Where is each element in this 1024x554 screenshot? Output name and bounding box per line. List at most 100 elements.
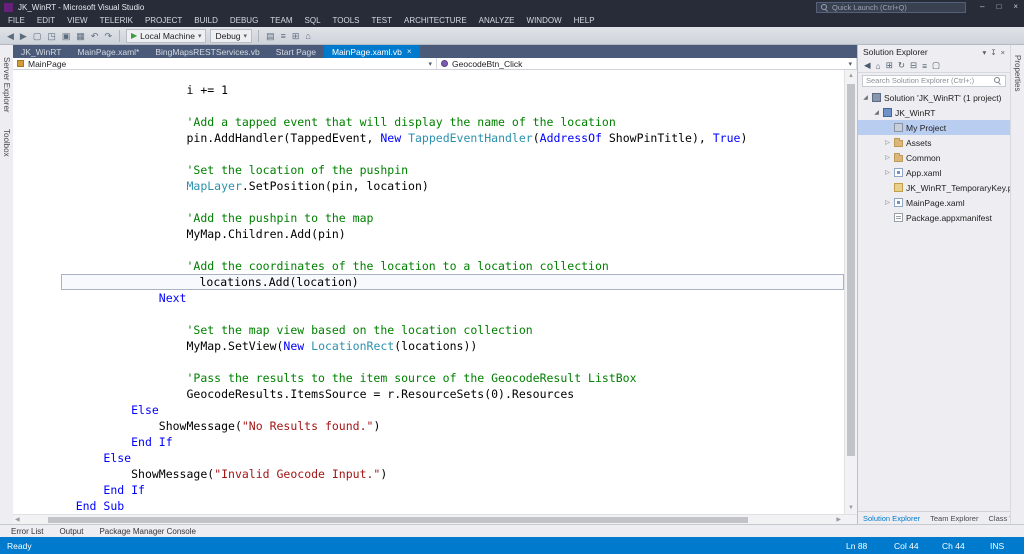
code-line[interactable]: pin.AddHandler(TappedEvent, New TappedEv… [48,130,844,146]
tree-item-jk-winrt[interactable]: ◢ JK_WinRT [858,105,1010,120]
panel-tab-team-explorer[interactable]: Team Explorer [925,512,983,525]
menu-analyze[interactable]: ANALYZE [473,14,521,27]
code-line[interactable]: 'Add the pushpin to the map [48,210,844,226]
menu-team[interactable]: TEAM [264,14,298,27]
back-icon[interactable]: ◀ [862,60,873,71]
quick-launch-box[interactable] [816,1,967,13]
tab-start-page[interactable]: Start Page [268,45,324,58]
tree-item-common[interactable]: ▷ Common [858,150,1010,165]
menu-architecture[interactable]: ARCHITECTURE [398,14,473,27]
code-line[interactable] [48,194,844,210]
code-line[interactable]: MyMap.SetView(New LocationRect(locations… [48,338,844,354]
pin-icon[interactable]: ↧ [988,48,998,57]
code-line[interactable]: End If [48,482,844,498]
code-line[interactable]: Next [48,290,844,306]
code-line[interactable]: End If [48,434,844,450]
menu-sql[interactable]: SQL [299,14,327,27]
solution-explorer-search[interactable] [858,73,1010,88]
dock-tab-output[interactable]: Output [51,525,91,538]
collapse-all-icon[interactable]: ⊟ [908,60,919,71]
scroll-left-icon[interactable]: ◀ [13,515,22,525]
code-line[interactable]: i += 1 [48,82,844,98]
code-line[interactable]: 'Set the location of the pushpin [48,162,844,178]
scroll-up-icon[interactable]: ▲ [845,70,857,82]
save-all-icon[interactable]: ▦ [73,28,88,44]
properties-icon[interactable]: ≡ [920,61,929,71]
solution-explorer-icon[interactable]: ▤ [263,28,278,44]
menu-test[interactable]: TEST [366,14,398,27]
menu-build[interactable]: BUILD [188,14,224,27]
menu-project[interactable]: PROJECT [139,14,188,27]
members-dropdown[interactable]: GeocodeBtn_Click ▾ [437,58,857,69]
start-page-icon[interactable]: ⌂ [302,28,313,44]
expander-collapsed-icon[interactable]: ▷ [884,139,891,146]
code-line[interactable]: MapLayer.SetPosition(pin, location) [48,178,844,194]
dock-tab-toolbox[interactable]: Toolbox [2,129,11,157]
start-debug-button[interactable]: ▶ Local Machine ▾ [126,28,207,43]
forward-icon[interactable]: ▶ [17,28,30,44]
home-icon[interactable]: ⌂ [874,61,883,71]
redo-icon[interactable]: ↷ [101,28,115,44]
tab-bingmapsrestservices-vb[interactable]: BingMapsRESTServices.vb [147,45,267,58]
menu-debug[interactable]: DEBUG [224,14,264,27]
chevron-down-icon[interactable]: ▾ [981,48,989,57]
editor-horizontal-scrollbar[interactable]: ◀ ▶ [13,514,857,524]
editor-vertical-scrollbar[interactable]: ▲ ▼ [844,70,857,514]
tab-jk-winrt[interactable]: JK_WinRT [13,45,69,58]
minimize-icon[interactable]: – [974,0,990,14]
horizontal-scrollbar-thumb[interactable] [48,517,748,523]
title-bar[interactable]: JK_WinRT - Microsoft Visual Studio –□× [0,0,1024,14]
menu-telerik[interactable]: TELERIK [94,14,139,27]
code-line[interactable]: GeocodeResults.ItemsSource = r.ResourceS… [48,386,844,402]
configuration-dropdown[interactable]: Debug ▾ [210,28,253,43]
close-icon[interactable]: × [999,48,1007,57]
properties-window-icon[interactable]: ≡ [278,28,289,44]
code-line[interactable]: Else [48,402,844,418]
tree-item-my-project[interactable]: My Project [858,120,1010,135]
code-line[interactable]: MyMap.Children.Add(pin) [48,226,844,242]
solution-explorer-header[interactable]: Solution Explorer ▾ ↧ × [858,45,1010,59]
menu-window[interactable]: WINDOW [521,14,568,27]
code-line[interactable]: 'Add the coordinates of the location to … [48,258,844,274]
tree-item-solution-jk-winrt-1-project[interactable]: ◢ Solution 'JK_WinRT' (1 project) [858,90,1010,105]
menu-edit[interactable]: EDIT [31,14,61,27]
refresh-icon[interactable]: ↻ [896,60,907,71]
types-dropdown[interactable]: MainPage ▾ [13,58,437,69]
preview-icon[interactable]: ▢ [930,60,942,71]
panel-tab-solution-explorer[interactable]: Solution Explorer [858,512,925,525]
code-line[interactable]: 'Add a tapped event that will display th… [48,114,844,130]
tree-item-jk-winrt-temporarykey-pfx[interactable]: JK_WinRT_TemporaryKey.pfx [858,180,1010,195]
code-line[interactable] [48,354,844,370]
dock-tab-package-manager-console[interactable]: Package Manager Console [91,525,204,538]
dock-tab-server-explorer[interactable]: Server Explorer [2,57,11,113]
open-file-icon[interactable]: ◳ [44,28,59,44]
scroll-right-icon[interactable]: ▶ [834,515,843,525]
dock-tab-error-list[interactable]: Error List [3,525,51,538]
menu-tools[interactable]: TOOLS [327,14,366,27]
code-line[interactable]: ShowMessage("No Results found.") [48,418,844,434]
menu-view[interactable]: VIEW [61,14,93,27]
code-line[interactable]: Else [48,450,844,466]
back-icon[interactable]: ◀ [4,28,17,44]
undo-icon[interactable]: ↶ [88,28,102,44]
tree-item-assets[interactable]: ▷ Assets [858,135,1010,150]
tab-mainpage-xaml-vb[interactable]: MainPage.xaml.vb × [323,45,420,58]
code-line[interactable]: End Sub [48,498,844,514]
code-line[interactable]: 'Pass the results to the item source of … [48,370,844,386]
expander-collapsed-icon[interactable]: ▷ [884,199,891,206]
close-icon[interactable]: × [407,47,412,56]
scroll-down-icon[interactable]: ▼ [845,502,857,514]
expander-expanded-icon[interactable]: ◢ [873,109,880,116]
code-line[interactable] [48,146,844,162]
menu-file[interactable]: FILE [2,14,31,27]
dock-tab-properties[interactable]: Properties [1013,55,1022,91]
restore-icon[interactable]: □ [990,0,1007,14]
close-icon[interactable]: × [1007,0,1024,14]
show-all-files-icon[interactable]: ⊞ [884,60,895,71]
tab-mainpage-xaml[interactable]: MainPage.xaml* [69,45,147,58]
code-line[interactable]: 'Set the map view based on the location … [48,322,844,338]
code-line[interactable] [48,98,844,114]
code-line[interactable]: ShowMessage("Invalid Geocode Input.") [48,466,844,482]
toolbox-icon[interactable]: ⊞ [289,28,303,44]
code-text-area[interactable]: i += 1 'Add a tapped event that will dis… [13,70,844,514]
